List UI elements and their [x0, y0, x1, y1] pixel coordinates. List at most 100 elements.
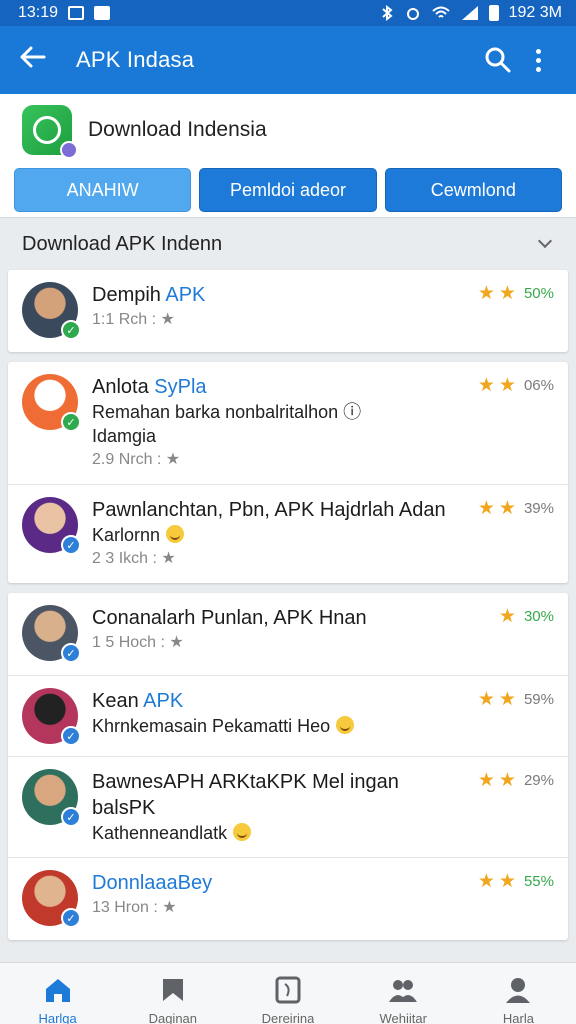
- more-options-button[interactable]: [518, 48, 558, 72]
- signal-icon: [461, 6, 478, 20]
- item-description: Khrnkemasain Pekamatti Heo: [92, 714, 464, 738]
- person-icon: [506, 978, 531, 1003]
- item-name: DonnlaaaBey: [92, 870, 464, 896]
- list-item[interactable]: ✓ BawnesAPH ARKtaKPK Mel ingan balsPK Kath…: [8, 757, 568, 858]
- nav-label-people: Wehiitar: [379, 1012, 427, 1024]
- smiley-emoji-icon: [336, 716, 355, 734]
- status-bar: 13:19 192 3M: [0, 0, 576, 26]
- star-icon: ★: [498, 375, 516, 396]
- verified-badge-icon: ✓: [61, 535, 81, 555]
- item-name-text: Pawnlanchtan, Pbn, APK Hajdrlah Adan: [92, 499, 446, 521]
- app-name: Download Indensia: [88, 118, 267, 141]
- rating-percent: 39%: [523, 500, 554, 517]
- app-card: ✓ Conanalarh Punlan, APK Hnan 1 5 Hoch : ★…: [8, 593, 568, 940]
- item-name: Kean APK: [92, 688, 464, 714]
- back-button[interactable]: [18, 45, 58, 75]
- wifi-icon: [431, 6, 450, 18]
- verified-badge-icon: ✓: [61, 726, 81, 746]
- rating-percent: 59%: [523, 691, 554, 708]
- battery-icon: [488, 5, 499, 21]
- bookmark-icon: [162, 979, 183, 1001]
- item-description-text: Khrnkemasain Pekamatti Heo: [92, 716, 331, 736]
- item-name-text: BawnesAPH ARKtaKPK Mel ingan balsPK: [92, 771, 399, 819]
- nav-item-people[interactable]: Wehiitar: [346, 963, 461, 1024]
- item-rating: ★ ★ 39%: [478, 499, 554, 518]
- phone-icon: [275, 976, 301, 1004]
- star-icon: ★: [498, 689, 516, 710]
- message-notification-icon: [94, 6, 111, 20]
- avatar: ✓: [22, 769, 81, 827]
- list-item[interactable]: ✓ Kean APK Khrnkemasain Pekamatti Heo ★ ★ 59%: [8, 676, 568, 757]
- action-button-2[interactable]: Pemldoi adeor: [199, 168, 377, 212]
- item-name-text: Dempih: [92, 284, 166, 306]
- app-card: ✓ Anlota SyPla Remahan barka nonbalritalho…: [8, 362, 568, 583]
- item-name-highlight: APK: [143, 690, 184, 712]
- item-name-highlight: DonnlaaaBey: [92, 872, 213, 894]
- search-button[interactable]: [478, 46, 518, 74]
- list-item[interactable]: ✓ Pawnlanchtan, Pbn, APK Hajdrlah Adan Kar…: [8, 485, 568, 583]
- smiley-emoji-icon: [233, 823, 252, 841]
- rating-percent: 29%: [523, 772, 554, 789]
- item-name-highlight: SyPla: [154, 376, 207, 398]
- list-item[interactable]: ✓ Conanalarh Punlan, APK Hnan 1 5 Hoch : ★…: [8, 593, 568, 676]
- action-button-3[interactable]: Cewmlond: [384, 168, 562, 212]
- nav-item-bookmarks[interactable]: Daginan: [115, 963, 230, 1024]
- section-title: Download APK Indenn: [22, 232, 223, 255]
- star-icon: ★: [498, 606, 516, 627]
- item-rating: ★ ★ 06%: [478, 376, 554, 395]
- item-name-text: Anlota: [92, 376, 155, 398]
- verified-badge-icon: ✓: [61, 412, 81, 432]
- item-name-text: Conanalarh Punlan, APK Hnan: [92, 607, 367, 629]
- item-name: Dempih APK: [92, 282, 464, 308]
- app-logo-icon: [22, 105, 78, 159]
- star-icon: ★: [498, 770, 516, 791]
- bottom-navigation: Harlga Daginan Dereirina Wehiitar Harla: [0, 962, 576, 1024]
- item-description-text: Remahan barka nonbalritalhon ⓘ: [92, 402, 362, 422]
- chevron-down-icon[interactable]: [537, 233, 553, 249]
- item-meta: 2.9 Nrch : ★: [92, 451, 181, 468]
- gallery-notification-icon: [68, 6, 85, 20]
- item-meta: 1 5 Hoch : ★: [92, 634, 184, 651]
- list-item[interactable]: ✓ DonnlaaaBey 13 Hron : ★ ★ ★ 55%: [8, 858, 568, 940]
- nav-label-bookmarks: Daginan: [148, 1012, 198, 1024]
- avatar: ✓: [22, 688, 81, 746]
- star-icon: ★: [477, 770, 495, 791]
- item-rating: ★ ★ 55%: [478, 872, 554, 891]
- star-icon: ★: [477, 871, 495, 892]
- item-description: Karlornn: [92, 523, 464, 547]
- bluetooth-icon: [381, 5, 393, 21]
- verified-badge-icon: ✓: [61, 807, 81, 827]
- app-header-card: Download Indensia ANAHIW Pemldoi adeor C…: [0, 94, 576, 218]
- item-rating: ★ 30%: [499, 607, 554, 626]
- nav-item-phone[interactable]: Dereirina: [230, 963, 345, 1024]
- alarm-icon: [406, 8, 419, 20]
- app-info-row: Download Indensia: [14, 100, 562, 160]
- action-button-1[interactable]: ANAHIW: [14, 168, 192, 212]
- app-bar: APK Indasa: [0, 26, 576, 94]
- avatar: ✓: [22, 282, 81, 340]
- verified-badge-icon: ✓: [61, 908, 81, 928]
- section-header[interactable]: Download APK Indenn: [0, 218, 576, 270]
- avatar: ✓: [22, 870, 81, 928]
- item-name: BawnesAPH ARKtaKPK Mel ingan balsPK: [92, 769, 464, 821]
- star-icon: ★: [477, 375, 495, 396]
- nav-item-profile[interactable]: Harla: [461, 963, 576, 1024]
- item-rating: ★ ★ 50%: [478, 284, 554, 303]
- avatar: ✓: [22, 497, 81, 555]
- item-description-text: Karlornn: [92, 525, 161, 545]
- item-name: Pawnlanchtan, Pbn, APK Hajdrlah Adan: [92, 497, 464, 523]
- list-item[interactable]: ✓ Anlota SyPla Remahan barka nonbalritalho…: [8, 362, 568, 485]
- star-icon: ★: [477, 689, 495, 710]
- item-name-highlight: APK: [165, 284, 206, 306]
- item-meta: 13 Hron : ★: [92, 899, 177, 916]
- item-description-line2: Idamgia: [92, 426, 157, 446]
- list-item[interactable]: ✓ Dempih APK 1:1 Rch : ★ ★ ★ 50%: [8, 270, 568, 352]
- star-icon: ★: [498, 283, 516, 304]
- rating-percent: 55%: [523, 873, 554, 890]
- people-icon: [389, 980, 418, 1002]
- item-rating: ★ ★ 59%: [478, 690, 554, 709]
- search-icon: [485, 47, 511, 73]
- nav-item-home[interactable]: Harlga: [0, 963, 115, 1024]
- nav-label-home: Harlga: [38, 1012, 77, 1024]
- item-meta: 1:1 Rch : ★: [92, 311, 175, 328]
